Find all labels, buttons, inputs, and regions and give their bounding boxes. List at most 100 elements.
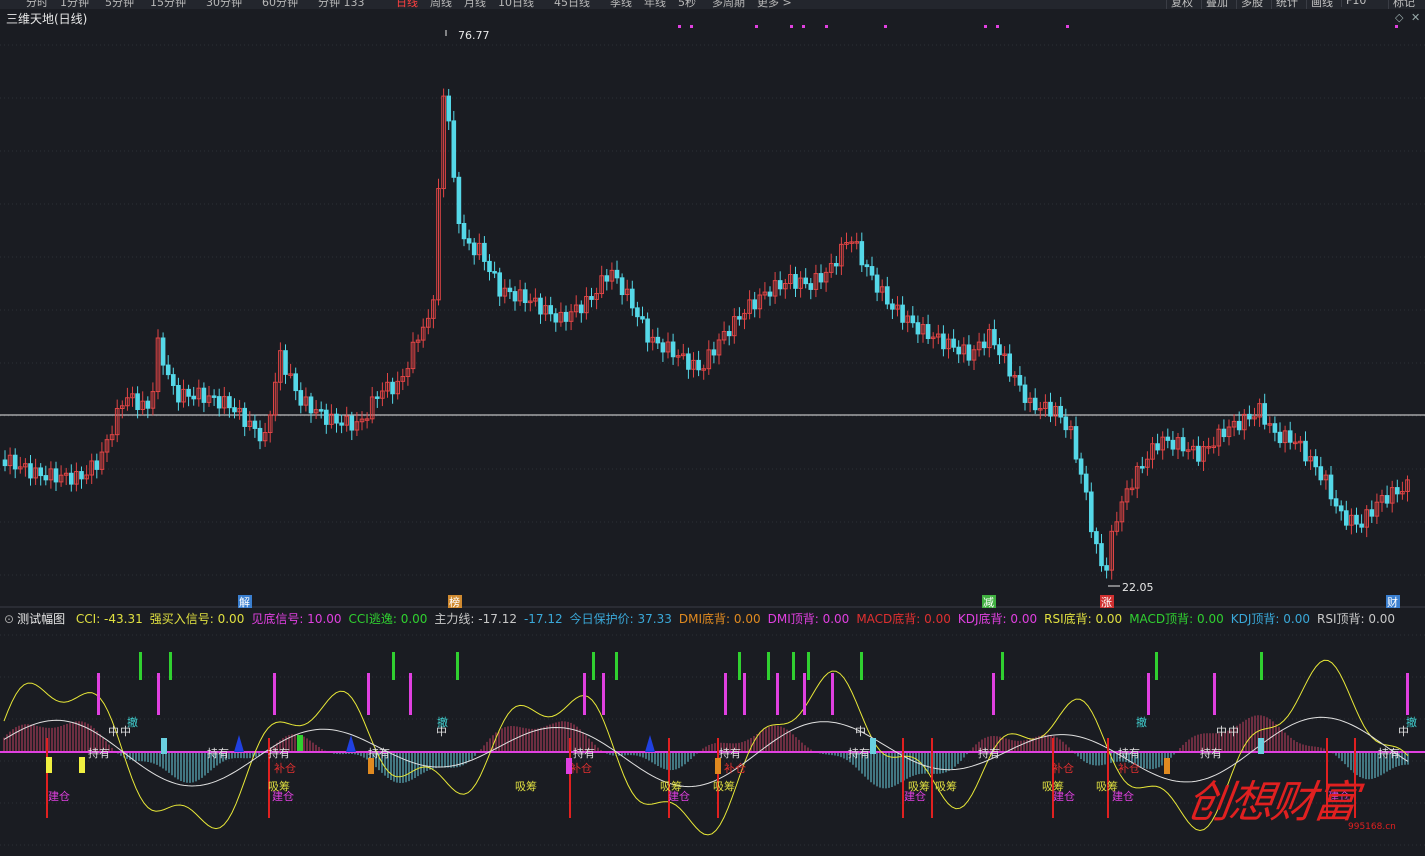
signal-bar (860, 652, 863, 680)
candle-body (2, 459, 8, 467)
candle-body (640, 316, 645, 320)
candle-body (726, 331, 732, 337)
signal-bar (1406, 673, 1409, 715)
signal-triangle (234, 735, 244, 752)
signal-bar (792, 652, 795, 680)
candle-body (1384, 495, 1390, 504)
candle-body (160, 337, 166, 366)
candle-body (900, 304, 905, 323)
signal-label: 持有 (1118, 746, 1140, 760)
candle-body (793, 274, 798, 289)
signal-label: 持有 (207, 746, 229, 760)
candle-body (696, 359, 701, 371)
signal-label: 持有 (848, 746, 870, 760)
indicator-value: MACD底背: 0.00 (856, 612, 951, 626)
watermark-url: 995168.cn (1348, 822, 1396, 832)
candle-body (553, 313, 559, 323)
candle-body (956, 346, 962, 355)
signal-label: 持有 (719, 746, 741, 760)
signal-dot (802, 25, 805, 28)
candle-body (1277, 431, 1283, 444)
signal-label: 吸筹 (268, 779, 290, 793)
signal-bar (46, 738, 48, 818)
candle-body (308, 396, 314, 414)
signal-block (1164, 758, 1170, 774)
candle-body (79, 471, 84, 480)
candle-body (293, 373, 298, 392)
signal-block (46, 757, 52, 773)
candle-body (1338, 505, 1344, 512)
signal-block (79, 757, 85, 773)
signal-label: 撤 (437, 715, 448, 729)
candle-body (1221, 428, 1227, 438)
signal-bar (169, 652, 172, 680)
signal-triangle (346, 735, 356, 752)
candle-body (1083, 473, 1089, 493)
candle-body (1032, 397, 1038, 411)
signal-bar (807, 652, 810, 680)
candle-body (12, 454, 18, 470)
candle-body (211, 395, 217, 398)
signal-bar (1155, 652, 1158, 680)
candle-body (630, 288, 635, 309)
candle-body (1048, 401, 1053, 417)
signal-bar (776, 673, 779, 715)
candle-body (171, 374, 176, 386)
candle-body (885, 286, 890, 305)
signal-label: 补仓 (1118, 761, 1140, 775)
candle-body (1196, 445, 1201, 462)
candle-body (890, 303, 895, 310)
price-chart[interactable]: 76.7722.05解榜减涨财持有 持有 持有 持有 持有 持有 持有 持有 持有 持有 持有建仓建… (0, 0, 1425, 856)
candle-body (1180, 437, 1186, 452)
candle-body (298, 390, 304, 406)
candle-body (456, 176, 462, 224)
candle-body (777, 280, 783, 290)
indicator-value: 强买入信号: 0.00 (149, 612, 245, 626)
candle-body (1287, 430, 1293, 443)
signal-bar (831, 673, 834, 715)
signal-dot (790, 25, 793, 28)
candle-body (1344, 510, 1349, 526)
candle-body (834, 263, 839, 267)
signal-bar (902, 738, 904, 818)
signal-bar (456, 652, 459, 680)
candle-body (471, 242, 477, 256)
candle-body (1017, 375, 1023, 386)
event-marker-label: 财 (1387, 595, 1398, 609)
candle-body (186, 388, 191, 397)
signal-label: 持有 (368, 746, 390, 760)
candle-body (191, 395, 196, 400)
indicator-value: 主力线: -17.12 (434, 612, 517, 626)
candle-body (324, 409, 329, 425)
indicator-value: 见底信号: 10.00 (251, 612, 342, 626)
signal-label: 持有 (978, 746, 1000, 760)
candle-body (548, 305, 554, 315)
signal-bar (615, 652, 618, 680)
signal-label: 建仓 (48, 789, 70, 803)
signal-bar (1001, 652, 1004, 680)
candle-body (318, 409, 324, 412)
candle-body (864, 264, 870, 268)
candle-body (1262, 403, 1268, 425)
candle-body (981, 341, 987, 349)
indicator-value: CCI逃逸: 0.00 (348, 612, 428, 626)
indicator-toggle-icon[interactable]: ⊙ (4, 612, 14, 626)
signal-label: 持有 (573, 746, 595, 760)
signal-block (1258, 738, 1264, 754)
candle-body (808, 283, 814, 290)
event-marker-label: 减 (983, 596, 994, 609)
candle-body (1140, 466, 1145, 469)
signal-dot (755, 25, 758, 28)
signal-bar (1213, 673, 1216, 715)
candle-body (43, 475, 49, 481)
signal-label: 补仓 (570, 761, 592, 775)
candle-body (711, 349, 717, 356)
signal-bar (803, 673, 806, 715)
signal-bar (724, 673, 727, 715)
signal-bar (738, 652, 741, 680)
signal-block (870, 738, 876, 754)
signal-label: 持有 (88, 746, 110, 760)
signal-dot (690, 25, 693, 28)
signal-label: 吸筹 (660, 779, 682, 793)
signal-label: 吸筹 (935, 779, 957, 793)
